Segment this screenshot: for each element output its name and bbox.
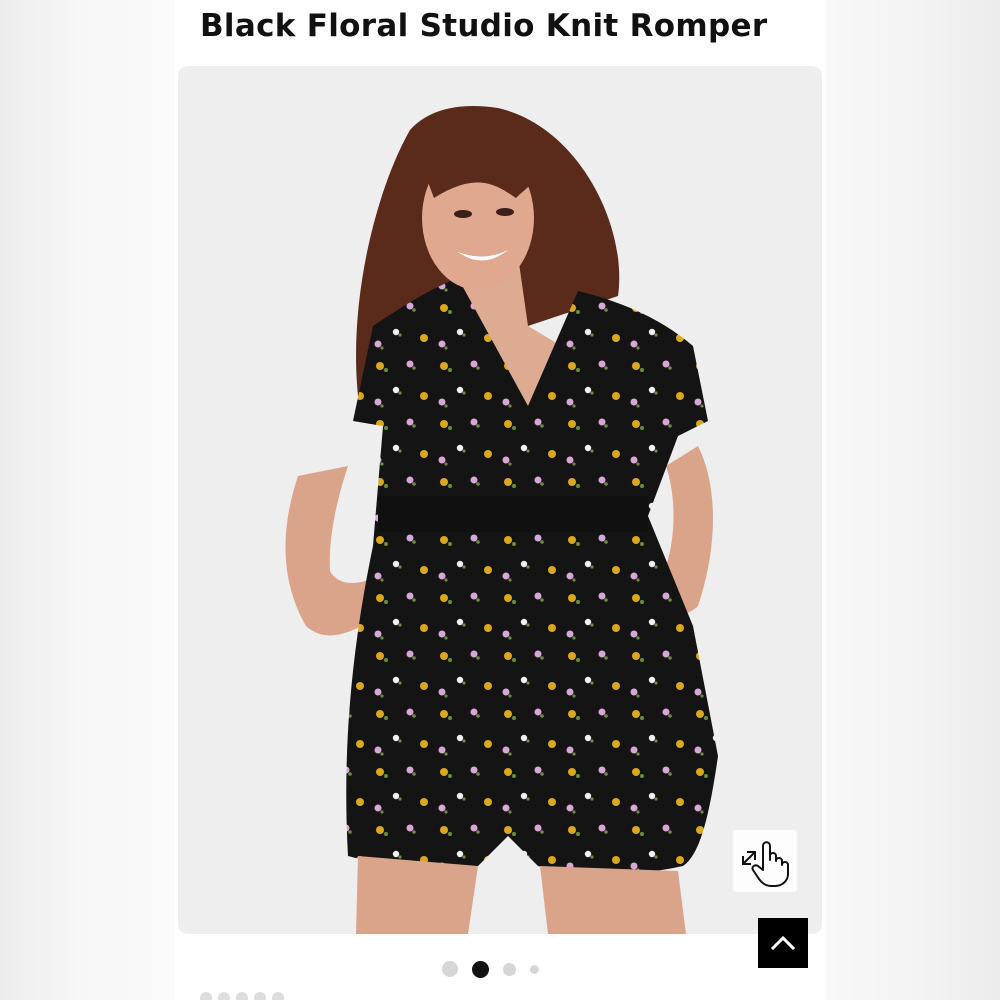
carousel-dot-4[interactable] [530, 964, 539, 974]
product-image-carousel[interactable] [178, 66, 822, 934]
product-title: Black Floral Studio Knit Romper [200, 8, 768, 44]
carousel-dot-1[interactable] [442, 961, 458, 977]
hand-pointer-icon [742, 841, 789, 887]
chevron-up-icon [770, 935, 796, 951]
carousel-dot-3[interactable] [503, 962, 516, 976]
product-photo[interactable] [178, 66, 822, 934]
back-to-top-button[interactable] [758, 918, 808, 968]
carousel-pagination [442, 960, 539, 978]
star-icon [200, 992, 212, 1000]
tap-to-zoom-icon[interactable] [733, 830, 797, 892]
star-icon [236, 992, 248, 1000]
star-icon [254, 992, 266, 1000]
star-icon [272, 992, 284, 1000]
rating-stars-partial [200, 992, 284, 1000]
carousel-dot-2-active[interactable] [472, 960, 489, 978]
star-icon [218, 992, 230, 1000]
product-page: Black Floral Studio Knit Romper [176, 0, 824, 1000]
